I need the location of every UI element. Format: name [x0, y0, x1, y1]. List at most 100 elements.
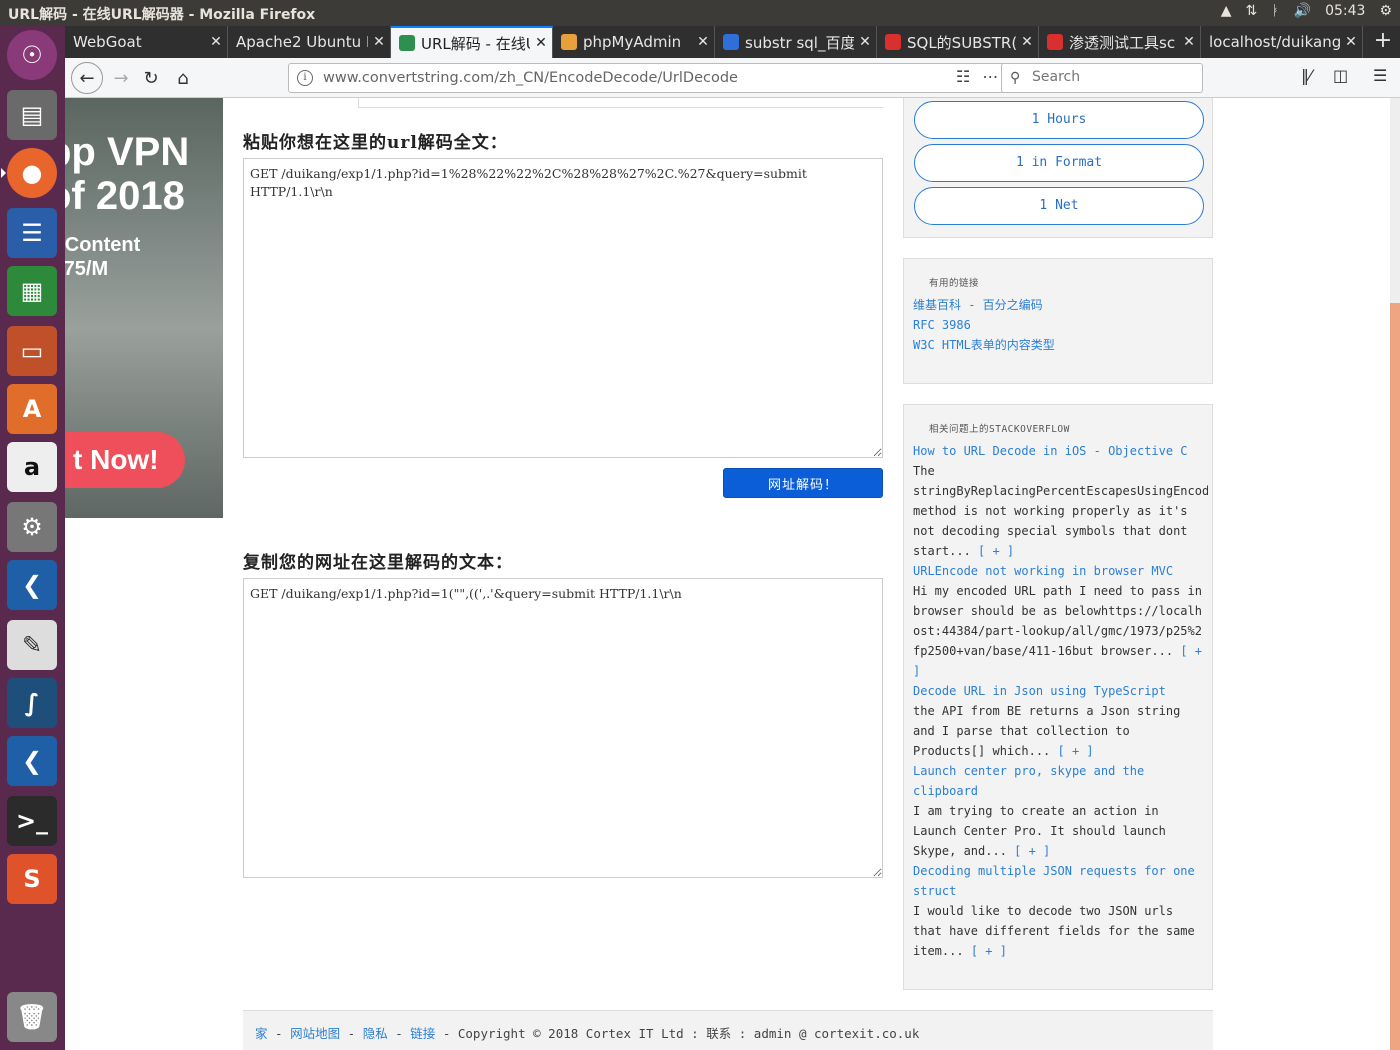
- footer-links-link[interactable]: 链接: [410, 1026, 435, 1041]
- close-icon[interactable]: ✕: [368, 34, 390, 50]
- expand-link[interactable]: [ + ]: [1014, 844, 1050, 858]
- tab-webgoat[interactable]: WebGoat ✕: [65, 26, 228, 58]
- page-scrollbar[interactable]: [1390, 98, 1400, 1050]
- input-heading: 粘贴你想在这里的url解码全文：: [243, 133, 508, 153]
- navigation-toolbar: ← → ↻ ⌂ i www.convertstring.com/zh_CN/En…: [65, 58, 1400, 98]
- clock[interactable]: 05:43: [1325, 3, 1365, 19]
- network-icon[interactable]: ⇅: [1246, 3, 1258, 19]
- impress-icon[interactable]: ▭: [7, 326, 57, 376]
- footer-sitemap-link[interactable]: 网站地图: [290, 1026, 340, 1041]
- terminal-icon[interactable]: >_: [7, 796, 57, 846]
- amazon-icon[interactable]: a: [7, 442, 57, 492]
- system-top-bar: URL解码 - 在线URL解码器 - Mozilla Firefox ▲ ⇅ ᛓ…: [0, 0, 1400, 26]
- footer-privacy-link[interactable]: 隐私: [363, 1026, 388, 1041]
- pill-link-net[interactable]: 1 Net: [914, 187, 1204, 225]
- firefox-icon[interactable]: ●: [1, 148, 57, 198]
- tab-sql-substr[interactable]: SQL的SUBSTR(✕: [877, 26, 1039, 58]
- tab-url-decode[interactable]: URL解码 - 在线U ✕: [391, 26, 553, 58]
- so-question-link[interactable]: URLEncode not working in browser MVC: [913, 561, 1208, 581]
- useful-links-panel: 有用的链接 维基百科 - 百分之编码 RFC 3986 W3C HTML表单的内…: [903, 258, 1213, 384]
- close-icon[interactable]: ✕: [205, 34, 227, 50]
- list-item: How to URL Decode in iOS - Objective C T…: [913, 441, 1208, 561]
- so-question-link[interactable]: Launch center pro, skype and the clipboa…: [913, 761, 1208, 801]
- volume-icon[interactable]: 🔊: [1294, 3, 1311, 19]
- so-question-link[interactable]: Decoding multiple JSON requests for one …: [913, 861, 1208, 901]
- close-icon[interactable]: ✕: [854, 34, 876, 50]
- list-item: Launch center pro, skype and the clipboa…: [913, 761, 1208, 861]
- search-bar[interactable]: ⚲: [1001, 63, 1203, 93]
- footer-home-link[interactable]: 家: [255, 1026, 268, 1041]
- ubuntu-dash-icon[interactable]: ☉: [7, 30, 57, 80]
- updates-icon[interactable]: ▲: [1221, 3, 1232, 19]
- close-icon[interactable]: ✕: [692, 34, 714, 50]
- back-button[interactable]: ←: [71, 62, 103, 94]
- settings-gear-icon[interactable]: ⚙: [1379, 3, 1392, 19]
- vscode-icon[interactable]: ❮: [7, 560, 57, 610]
- url-decode-button[interactable]: 网址解码！: [723, 468, 883, 498]
- menu-hamburger-icon[interactable]: ☰: [1373, 66, 1387, 85]
- tab-substr-baidu[interactable]: substr sql_百度 ✕: [715, 26, 877, 58]
- link-wikipedia-percent-encoding[interactable]: 维基百科 - 百分之编码: [913, 295, 1208, 315]
- close-icon[interactable]: ✕: [1340, 34, 1362, 50]
- footer-copyright: Copyright © 2018 Cortex IT Ltd : 联系 : ad…: [457, 1026, 920, 1041]
- ad-cta-button[interactable]: t Now!: [65, 432, 185, 488]
- expand-link[interactable]: [ + ]: [1058, 744, 1094, 758]
- calc-icon[interactable]: ▦: [7, 266, 57, 316]
- pill-link-format[interactable]: 1 in Format: [914, 144, 1204, 182]
- tab-pentest-tools[interactable]: 渗透测试工具sc ✕: [1039, 26, 1201, 58]
- so-question-excerpt: I would like to decode two JSON urls tha…: [913, 904, 1195, 958]
- csdn-favicon-icon: [885, 34, 901, 50]
- system-settings-icon[interactable]: ⚙: [7, 502, 57, 552]
- page-favicon-icon: [399, 35, 415, 51]
- pill-link-hours[interactable]: 1 Hours: [914, 101, 1204, 139]
- tab-apache[interactable]: Apache2 Ubuntu D ✕: [228, 26, 391, 58]
- home-button[interactable]: ⌂: [169, 64, 197, 92]
- trash-icon[interactable]: 🗑: [7, 992, 57, 1042]
- link-w3c-form-content-types[interactable]: W3C HTML表单的内容类型: [913, 335, 1208, 355]
- site-info-icon[interactable]: i: [297, 70, 313, 86]
- url-input-textarea[interactable]: GET /duikang/exp1/1.php?id=1%28%22%22%2C…: [243, 158, 883, 458]
- writer-icon[interactable]: ☰: [7, 208, 57, 258]
- close-icon[interactable]: ✕: [1016, 34, 1038, 50]
- active-subtab[interactable]: [243, 98, 359, 108]
- page-footer: 家 - 网站地图 - 隐私 - 链接 - Copyright © 2018 Co…: [243, 1010, 1213, 1050]
- forward-button[interactable]: →: [107, 64, 135, 92]
- expand-link[interactable]: [ + ]: [978, 544, 1014, 558]
- new-tab-button[interactable]: +: [1366, 26, 1400, 58]
- files-icon[interactable]: ▤: [7, 90, 57, 140]
- software-center-icon[interactable]: A: [7, 384, 57, 434]
- sublime-icon[interactable]: S: [7, 854, 57, 904]
- list-item: Decode URL in Json using TypeScript the …: [913, 681, 1208, 761]
- page-actions-icon[interactable]: ⋯: [982, 67, 998, 86]
- url-bar[interactable]: i www.convertstring.com/zh_CN/EncodeDeco…: [288, 63, 1058, 93]
- search-icon: ⚲: [1010, 70, 1021, 86]
- expand-link[interactable]: [ + ]: [971, 944, 1007, 958]
- baidu-favicon-icon: [723, 34, 739, 50]
- link-rfc-3986[interactable]: RFC 3986: [913, 315, 1208, 335]
- useful-links-title: 有用的链接: [929, 278, 980, 289]
- close-icon[interactable]: ✕: [1178, 34, 1200, 50]
- search-input[interactable]: [1032, 69, 1192, 85]
- vscode-2-icon[interactable]: ❮: [7, 736, 57, 786]
- related-links-panel: 1 Hours 1 in Format 1 Net: [903, 98, 1213, 238]
- decoded-output-textarea[interactable]: GET /duikang/exp1/1.php?id=1("",(('‚.'&q…: [243, 578, 883, 878]
- reader-view-icon[interactable]: ☷: [956, 67, 970, 86]
- tab-phpmyadmin[interactable]: phpMyAdmin ✕: [553, 26, 715, 58]
- library-icon[interactable]: ‖⁄: [1301, 66, 1312, 85]
- stackoverflow-title: 相关问题上的STACKOVERFLOW: [929, 424, 1070, 435]
- so-question-link[interactable]: How to URL Decode in iOS - Objective C: [913, 441, 1208, 461]
- scrollbar-thumb[interactable]: [1390, 303, 1400, 1050]
- url-text[interactable]: www.convertstring.com/zh_CN/EncodeDecode…: [323, 70, 738, 86]
- bluetooth-icon[interactable]: ᛓ: [1271, 3, 1279, 19]
- text-editor-icon[interactable]: ✎: [7, 620, 57, 670]
- sidebar-toggle-icon[interactable]: ◫: [1333, 66, 1348, 85]
- reload-button[interactable]: ↻: [137, 64, 165, 92]
- system-tray[interactable]: ▲ ⇅ ᛓ 🔊 05:43 ⚙: [1221, 3, 1392, 19]
- wireshark-icon[interactable]: ∫: [7, 678, 57, 728]
- phpmyadmin-favicon-icon: [561, 34, 577, 50]
- so-question-link[interactable]: Decode URL in Json using TypeScript: [913, 681, 1208, 701]
- tab-localhost[interactable]: localhost/duikang ✕: [1201, 26, 1363, 58]
- close-icon[interactable]: ✕: [530, 35, 552, 51]
- window-title: URL解码 - 在线URL解码器 - Mozilla Firefox: [8, 7, 316, 23]
- vpn-advertisement[interactable]: pp VPN of 2018 d Content 2.75/M t Now!: [65, 98, 223, 518]
